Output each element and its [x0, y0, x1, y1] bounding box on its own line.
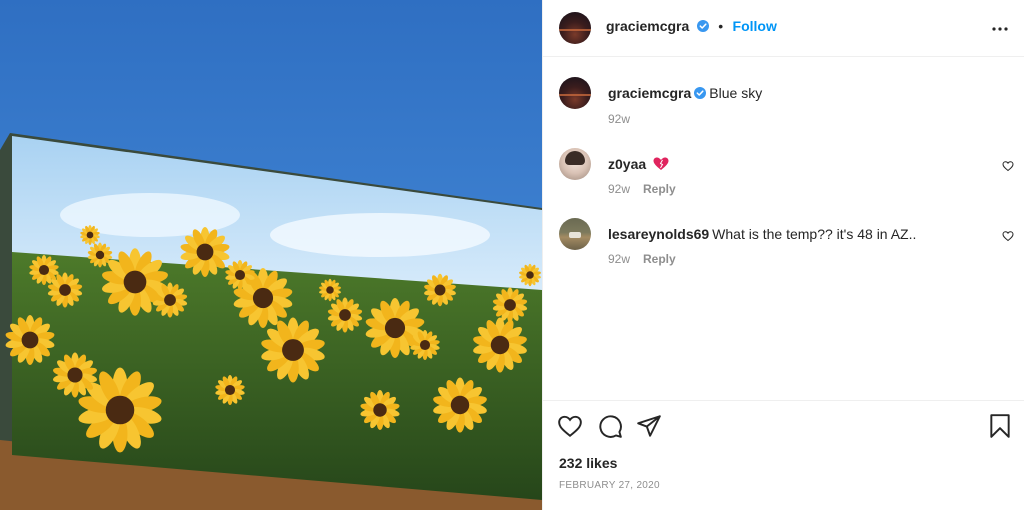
- like-heart-icon[interactable]: [557, 413, 583, 439]
- likes-count[interactable]: 232 likes: [559, 455, 617, 471]
- caption-text: Blue sky: [709, 85, 763, 101]
- instagram-post: graciemcgra • Follow graciemcgra Blue sky: [0, 0, 1024, 510]
- heart-emoji-icon: [653, 157, 669, 170]
- verified-badge-icon: [696, 20, 709, 32]
- follow-button[interactable]: Follow: [733, 18, 777, 34]
- comment-body: lesareynolds69 What is the temp?? it's 48…: [608, 225, 985, 243]
- comment-meta: 92w Reply: [608, 252, 676, 266]
- header-separator: •: [718, 18, 724, 34]
- comment-time[interactable]: 92w: [608, 252, 630, 266]
- caption-meta: 92w: [608, 112, 630, 126]
- comment-username[interactable]: lesareynolds69: [608, 226, 709, 242]
- reply-button[interactable]: Reply: [643, 182, 676, 196]
- verified-badge-icon: [694, 87, 707, 99]
- post-photo[interactable]: [0, 0, 542, 510]
- owner-avatar[interactable]: [559, 12, 591, 44]
- caption-body: graciemcgra Blue sky: [608, 84, 985, 102]
- post-date[interactable]: FEBRUARY 27, 2020: [559, 480, 660, 491]
- like-comment-icon[interactable]: [1002, 160, 1014, 172]
- like-comment-icon[interactable]: [1002, 230, 1014, 242]
- reply-button[interactable]: Reply: [643, 252, 676, 266]
- caption-avatar[interactable]: [559, 77, 591, 109]
- post-header: graciemcgra • Follow: [543, 0, 1024, 57]
- header-user-line: graciemcgra • Follow: [606, 18, 777, 36]
- comment-text: What is the temp?? it's 48 in AZ..: [712, 226, 917, 242]
- commenter-avatar[interactable]: [559, 218, 591, 250]
- more-options-icon[interactable]: [991, 20, 1009, 38]
- comment-meta: 92w Reply: [608, 182, 676, 196]
- caption-username[interactable]: graciemcgra: [608, 85, 691, 101]
- commenter-avatar[interactable]: [559, 148, 591, 180]
- comment-username[interactable]: z0yaa: [608, 156, 646, 172]
- billboard-sunflower-image: [0, 133, 542, 510]
- comment-time[interactable]: 92w: [608, 182, 630, 196]
- owner-username[interactable]: graciemcgra: [606, 18, 689, 34]
- caption-time[interactable]: 92w: [608, 112, 630, 126]
- save-bookmark-icon[interactable]: [987, 413, 1013, 439]
- comment-bubble-icon[interactable]: [597, 413, 623, 439]
- post-details-panel: graciemcgra • Follow graciemcgra Blue sky: [542, 0, 1024, 510]
- comment-body: z0yaa: [608, 155, 985, 173]
- comments-section: graciemcgra Blue sky 92w z0yaa 92w Reply…: [543, 57, 1024, 400]
- share-paper-plane-icon[interactable]: [636, 413, 662, 439]
- post-actions: 232 likes FEBRUARY 27, 2020: [543, 400, 1024, 510]
